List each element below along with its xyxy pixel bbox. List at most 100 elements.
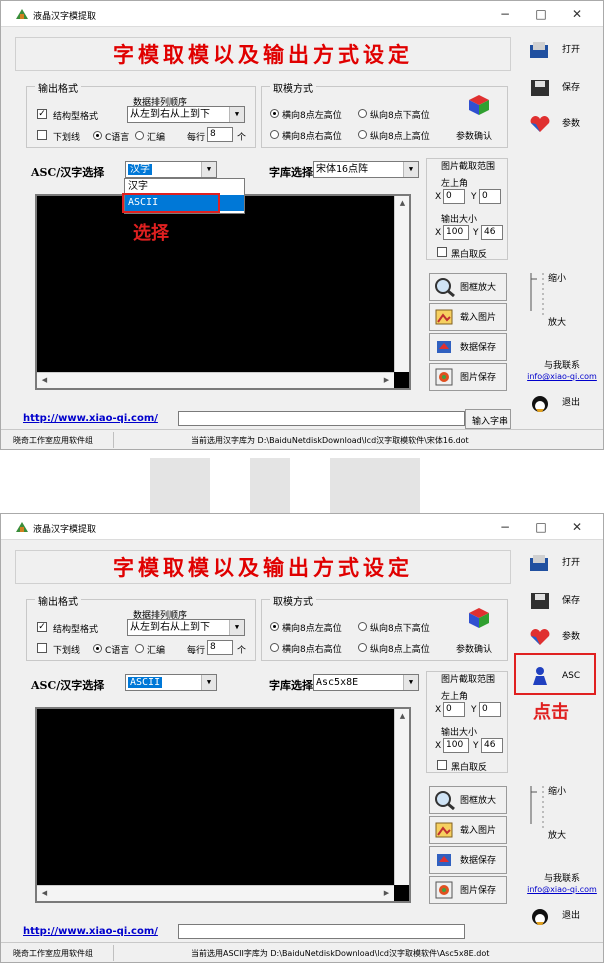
save-image-button[interactable]: 图片保存 — [429, 876, 507, 904]
y-input[interactable]: 0 — [479, 702, 501, 717]
order-select[interactable]: 从左到右从上到下 ▼ — [127, 106, 245, 123]
struct-format-checkbox[interactable]: ✓ — [37, 622, 47, 632]
minimize-button[interactable]: − — [491, 518, 519, 536]
chevron-down-icon[interactable]: ▼ — [229, 620, 244, 635]
close-button[interactable]: ✕ — [563, 518, 591, 536]
maximize-button[interactable]: □ — [527, 5, 555, 23]
save-button[interactable]: 保存 — [522, 586, 592, 616]
save-button[interactable]: 保存 — [522, 73, 592, 103]
width-input[interactable]: 100 — [443, 225, 469, 240]
invert-checkbox[interactable] — [437, 760, 447, 770]
glyph-preview-canvas[interactable]: ▲ ◀ ▶ — [35, 707, 411, 903]
mode-radio-2[interactable] — [358, 622, 367, 631]
zoom-frame-button[interactable]: 图框放大 — [429, 786, 507, 814]
underline-checkbox[interactable] — [37, 130, 47, 140]
c-language-label: C语言 — [105, 646, 130, 656]
contact-label: 与我联系 — [543, 361, 580, 371]
mode-group: 取模方式 横向8点左高位 纵向8点下高位 横向8点右高位 纵向8点上高位 参数确… — [261, 80, 508, 148]
mode-option-1: 横向8点左高位 — [282, 111, 342, 121]
load-image-button[interactable]: 载入图片 — [429, 816, 507, 844]
scroll-right-icon[interactable]: ▶ — [379, 886, 394, 901]
mode-radio-3[interactable] — [270, 643, 279, 652]
string-input[interactable] — [178, 924, 465, 939]
status-font-path: 当前选用汉字库为 D:\BaiduNetdiskDownload\lcd汉字取模… — [191, 436, 469, 445]
params-button[interactable]: 参数 — [522, 622, 592, 652]
contact-email-link[interactable]: info@xiao-qi.com — [521, 372, 603, 381]
param-confirm-button[interactable]: 参数确认 — [454, 91, 504, 145]
status-bar: 晓奇工作室应用软件组 当前选用汉字库为 D:\BaiduNetdiskDownl… — [1, 429, 603, 449]
website-link[interactable]: http://www.xiao-qi.com/ — [23, 413, 158, 424]
chevron-down-icon[interactable]: ▼ — [201, 675, 216, 690]
scroll-right-icon[interactable]: ▶ — [379, 373, 394, 388]
width-input[interactable]: 100 — [443, 738, 469, 753]
x-input[interactable]: 0 — [443, 189, 465, 204]
underline-checkbox[interactable] — [37, 643, 47, 653]
save-image-icon — [435, 368, 453, 386]
height-input[interactable]: 46 — [481, 225, 503, 240]
params-button[interactable]: 参数 — [522, 109, 592, 139]
watermark-shape — [330, 458, 420, 513]
mode-radio-4[interactable] — [358, 643, 367, 652]
assembly-radio[interactable] — [135, 131, 144, 140]
font-lib-select[interactable]: 宋体16点阵 ▼ — [313, 161, 419, 178]
scroll-up-icon[interactable]: ▲ — [395, 709, 410, 724]
zoom-frame-button[interactable]: 图框放大 — [429, 273, 507, 301]
mode-radio-3[interactable] — [270, 130, 279, 139]
order-select[interactable]: 从左到右从上到下 ▼ — [127, 619, 245, 636]
vertical-scrollbar[interactable]: ▲ — [394, 709, 409, 885]
chevron-down-icon[interactable]: ▼ — [403, 162, 418, 177]
chevron-down-icon[interactable]: ▼ — [201, 162, 216, 177]
c-language-radio[interactable] — [93, 131, 102, 140]
close-button[interactable]: ✕ — [563, 5, 591, 23]
maximize-button[interactable]: □ — [527, 518, 555, 536]
asc-hanzi-select[interactable]: 汉字 ▼ — [125, 161, 217, 178]
vertical-scrollbar[interactable]: ▲ — [394, 196, 409, 372]
mode-radio-1[interactable] — [270, 622, 279, 631]
open-button[interactable]: 打开 — [522, 35, 592, 65]
mode-radio-1[interactable] — [270, 109, 279, 118]
per-row-input[interactable]: 8 — [207, 640, 233, 655]
save-data-button[interactable]: 数据保存 — [429, 333, 507, 361]
open-button[interactable]: 打开 — [522, 548, 592, 578]
horizontal-scrollbar[interactable]: ◀ ▶ — [37, 372, 394, 388]
zoom-slider[interactable]: 缩小 放大 — [529, 271, 589, 334]
save-data-button[interactable]: 数据保存 — [429, 846, 507, 874]
input-string-button[interactable]: 输入字串 — [465, 409, 511, 429]
glyph-preview-canvas[interactable]: ▲ ◀ ▶ — [35, 194, 411, 390]
save-image-button[interactable]: 图片保存 — [429, 363, 507, 391]
horizontal-scrollbar[interactable]: ◀ ▶ — [37, 885, 394, 901]
contact-email-link[interactable]: info@xiao-qi.com — [521, 885, 603, 894]
mode-option-4: 纵向8点上高位 — [370, 645, 430, 655]
font-lib-select[interactable]: Asc5x8E ▼ — [313, 674, 419, 691]
per-row-input[interactable]: 8 — [207, 127, 233, 142]
y-input[interactable]: 0 — [479, 189, 501, 204]
exit-button[interactable]: 退出 — [522, 901, 592, 931]
output-format-group: 输出格式 ✓ 结构型格式 数据排列顺序 从左到右从上到下 ▼ 下划线 C语言 汇… — [26, 80, 256, 148]
website-link[interactable]: http://www.xiao-qi.com/ — [23, 926, 158, 937]
chevron-down-icon[interactable]: ▼ — [403, 675, 418, 690]
zoom-slider[interactable]: 缩小 放大 — [529, 784, 589, 847]
load-image-button[interactable]: 载入图片 — [429, 303, 507, 331]
assembly-label: 汇编 — [147, 133, 166, 143]
mode-radio-4[interactable] — [358, 130, 367, 139]
page-heading: 字模取模以及输出方式设定 — [15, 37, 511, 71]
chevron-down-icon[interactable]: ▼ — [229, 107, 244, 122]
c-language-radio[interactable] — [93, 644, 102, 653]
param-confirm-button[interactable]: 参数确认 — [454, 604, 504, 658]
assembly-radio[interactable] — [135, 644, 144, 653]
exit-button[interactable]: 退出 — [522, 388, 592, 418]
minimize-button[interactable]: − — [491, 5, 519, 23]
mode-radio-2[interactable] — [358, 109, 367, 118]
struct-format-checkbox[interactable]: ✓ — [37, 109, 47, 119]
mode-label: 取模方式 — [270, 80, 316, 95]
scroll-left-icon[interactable]: ◀ — [37, 886, 52, 901]
scroll-up-icon[interactable]: ▲ — [395, 196, 410, 211]
scroll-left-icon[interactable]: ◀ — [37, 373, 52, 388]
height-input[interactable]: 46 — [481, 738, 503, 753]
string-input[interactable] — [178, 411, 465, 426]
load-image-icon — [435, 822, 453, 838]
asc-hanzi-select[interactable]: ASCII ▼ — [125, 674, 217, 691]
invert-checkbox[interactable] — [437, 247, 447, 257]
invert-label: 黑白取反 — [451, 250, 488, 260]
x-input[interactable]: 0 — [443, 702, 465, 717]
